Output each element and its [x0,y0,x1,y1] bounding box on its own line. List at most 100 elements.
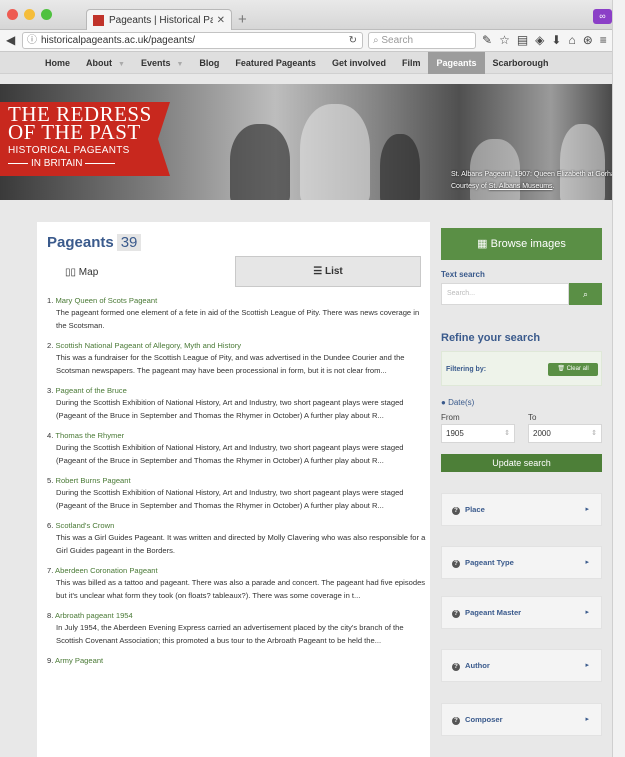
pageant-title: 5. Robert Burns Pageant [47,475,427,487]
pageant-title: 6. Scotland's Crown [47,520,427,532]
refine-title: Refine your search [441,332,541,344]
extension-icon[interactable]: ∞ [593,9,612,24]
logo-line-3: HISTORICAL PAGEANTS [8,145,130,156]
pageant-link[interactable]: Scottish National Pageant of Allegory, M… [55,341,241,350]
nav-home[interactable]: Home [37,52,78,74]
from-year-input[interactable]: 1905 ⇕ [441,424,515,443]
info-icon[interactable]: ⓘ [27,35,37,46]
page-title: Pageants 39 [47,234,142,251]
pageant-link[interactable]: Pageant of the Bruce [55,386,126,395]
minimize-window-icon[interactable] [24,9,35,20]
search-icon: ⌕ [373,35,379,46]
caption-suffix: . [552,183,555,190]
spinner-icon[interactable]: ⇕ [591,425,597,442]
nav-film-label: Film [401,58,421,68]
map-view-button[interactable]: ▯▯ Map [65,267,98,278]
nav-get-involved[interactable]: Get involved [324,52,394,74]
list-item: 3. Pageant of the Bruce During the Scotti… [47,385,427,422]
star-icon[interactable]: ☆ [499,33,517,47]
banner-figure [230,124,290,200]
browser-tab[interactable]: Pageants | Historical Pages... ✕ [86,9,232,30]
close-window-icon[interactable] [7,9,18,20]
pageant-link[interactable]: Mary Queen of Scots Pageant [55,296,157,305]
pageant-description: In July 1954, the Aberdeen Evening Expre… [56,623,404,645]
facet-composer[interactable]: Composer ▸ [441,703,602,736]
facet-author[interactable]: Author ▸ [441,649,602,682]
reload-icon[interactable]: ↻ [349,33,357,48]
toolbar-icons: ✎☆▤◈⬇⌂⊛≡ [482,33,612,47]
back-arrow-icon[interactable]: ◀ [6,33,15,47]
site-navigation: Home About ▼ Events ▼ Blog Featured Pagean… [0,52,612,74]
nav-featured-label: Featured Pageants [235,58,316,68]
caption-line-1: St. Albans Pageant, 1907: Queen Elizabet… [451,171,612,178]
browser-search-placeholder: Search [381,35,414,46]
nav-scarborough-label: Scarborough [492,58,549,68]
pageant-link[interactable]: Thomas the Rhymer [55,431,124,440]
filter-box: Filtering by: 🗑 Clear all [441,351,602,386]
facet-place[interactable]: Place ▸ [441,493,602,526]
nav-about-label: About [86,58,113,68]
browser-search-input[interactable]: ⌕ Search [368,32,476,49]
search-button[interactable]: ⌕ [569,283,602,305]
maximize-window-icon[interactable] [41,9,52,20]
pageant-description: The pageant formed one element of a fete… [56,308,420,330]
pageant-description: This was a fundraiser for the Scottish L… [56,353,405,375]
pageant-link[interactable]: Robert Burns Pageant [55,476,130,485]
url-text: historicalpageants.ac.uk/pageants/ [41,35,195,46]
pageant-number: 5. [47,476,54,485]
page-background-edge [612,0,625,757]
to-year-input[interactable]: 2000 ⇕ [528,424,602,443]
chevron-right-icon: ▸ [585,716,589,723]
nav-about[interactable]: About ▼ [78,52,133,74]
list-view-button[interactable]: ☰ List [235,256,421,287]
facet-pageant-type[interactable]: Pageant Type ▸ [441,546,602,579]
nav-pageants-label: Pageants [436,58,477,68]
help-icon: ● [441,398,446,407]
pageant-link[interactable]: Aberdeen Coronation Pageant [55,566,158,575]
from-label: From [441,413,460,422]
address-bar[interactable]: ⓘ historicalpageants.ac.uk/pageants/ ↻ [22,32,363,49]
extension-icon-2[interactable]: ⊛ [583,33,600,47]
nav-featured-pageants[interactable]: Featured Pageants [227,52,324,74]
clear-all-label: Clear all [566,366,589,372]
wrench-icon[interactable]: ✎ [482,33,499,47]
pageant-title: 8. Arbroath pageant 1954 [47,610,427,622]
list-label: List [324,266,343,277]
chevron-right-icon: ▸ [585,506,589,513]
pageant-title: 7. Aberdeen Coronation Pageant [47,565,427,577]
home-icon[interactable]: ⌂ [568,33,582,47]
shield-icon[interactable]: ◈ [535,33,551,47]
nav-pageants[interactable]: Pageants [428,52,485,74]
text-search-label: Text search [441,270,485,279]
chevron-down-icon: ▼ [176,61,184,68]
list-item: 8. Arbroath pageant 1954 In July 1954, th… [47,610,427,647]
nav-get-involved-label: Get involved [331,58,386,68]
pageant-link[interactable]: Arbroath pageant 1954 [55,611,133,620]
download-icon[interactable]: ⬇ [551,33,568,47]
nav-scarborough[interactable]: Scarborough [485,52,557,74]
menu-icon[interactable]: ≡ [600,33,612,47]
new-tab-icon[interactable]: + [238,11,247,28]
spinner-icon[interactable]: ⇕ [504,425,510,442]
caption-link[interactable]: St. Albans Museums [489,183,553,190]
nav-blog[interactable]: Blog [191,52,227,74]
browse-images-button[interactable]: ▦ Browse images [441,228,602,260]
nav-home-label: Home [45,58,71,68]
pageant-title: 9. Army Pageant [47,655,427,667]
pageant-description: During the Scottish Exhibition of Nation… [56,398,404,420]
pageant-count-badge: 39 [116,234,142,251]
facet-pageant-master[interactable]: Pageant Master ▸ [441,596,602,629]
clear-all-button[interactable]: 🗑 Clear all [548,363,598,376]
nav-events[interactable]: Events ▼ [133,52,191,74]
pageant-link[interactable]: Scotland's Crown [55,521,114,530]
nav-film[interactable]: Film [394,52,429,74]
site-logo[interactable]: THE REDRESS OF THE PAST HISTORICAL PAGEA… [0,102,170,176]
clipboard-icon[interactable]: ▤ [517,33,535,47]
caption-prefix: Courtesy of [451,183,489,190]
pageant-link[interactable]: Army Pageant [55,656,103,665]
close-tab-icon[interactable]: ✕ [217,15,225,26]
update-search-button[interactable]: Update search [441,454,602,472]
text-search-input[interactable]: Search... [441,283,569,305]
pageant-title: 3. Pageant of the Bruce [47,385,427,397]
trash-icon: 🗑 [557,366,565,372]
